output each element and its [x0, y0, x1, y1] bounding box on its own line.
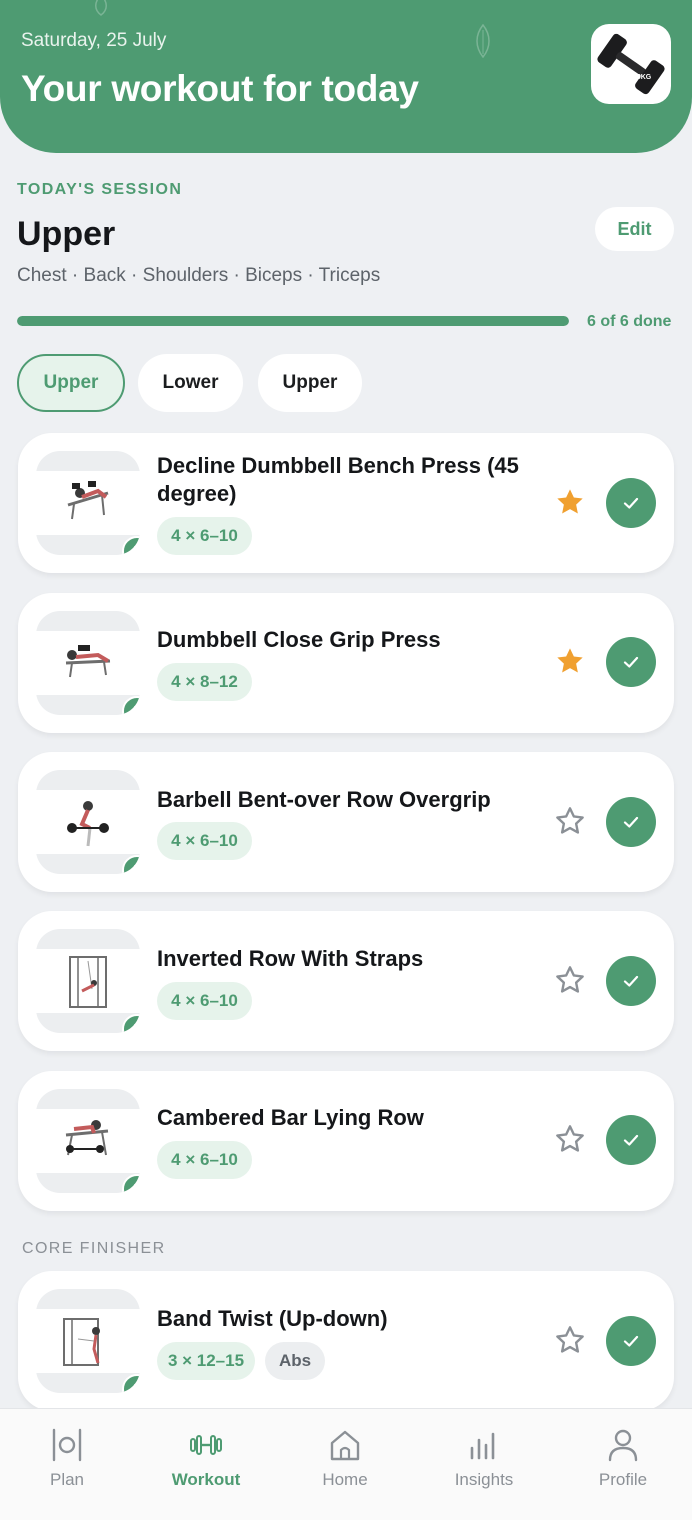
checkmark-icon [623, 1134, 639, 1146]
nav-label-insights: Insights [454, 1470, 514, 1489]
exercise-thumbnail[interactable] [36, 770, 140, 874]
current-date: Saturday, 25 July [21, 30, 167, 51]
sets-reps-tag: 3 × 12–15 [157, 1342, 255, 1380]
chip-lower[interactable]: Lower [138, 354, 243, 412]
exercise-thumbnail[interactable] [36, 929, 140, 1033]
play-icon [134, 1384, 140, 1393]
play-icon [134, 1184, 140, 1193]
person-icon [608, 1429, 638, 1462]
complete-button[interactable] [606, 637, 656, 687]
edit-session-button[interactable]: Edit [595, 207, 674, 251]
exercise-thumbnail[interactable] [36, 451, 140, 555]
nav-item-plan[interactable]: Plan [7, 1409, 127, 1520]
leaf-decoration-icon [476, 24, 490, 58]
exercise-illustration-icon [69, 956, 107, 1008]
complete-button[interactable] [606, 478, 656, 528]
sets-reps-tag: 4 × 8–12 [157, 663, 252, 701]
star-filled-icon[interactable] [554, 645, 586, 677]
nav-item-insights[interactable]: Insights [424, 1409, 544, 1520]
checkmark-icon [623, 1335, 639, 1347]
bottom-navigation: Plan Workout Home Insights Profile [0, 1408, 692, 1520]
nav-label-workout: Workout [171, 1470, 241, 1489]
nav-label-plan: Plan [49, 1470, 85, 1489]
session-title: Upper [17, 215, 116, 253]
fork-plate-icon [52, 1428, 82, 1462]
exercise-name: Band Twist (Up-down) [157, 1306, 388, 1331]
nav-item-profile[interactable]: Profile [563, 1409, 683, 1520]
weight-label: 5KG [637, 74, 652, 81]
bar-chart-icon [470, 1432, 495, 1460]
exercise-card[interactable]: Cambered Bar Lying Row 4 × 6–10 [18, 1071, 674, 1211]
complete-button[interactable] [606, 1316, 656, 1366]
home-icon [330, 1430, 360, 1461]
exercise-card[interactable]: Inverted Row With Straps 4 × 6–10 [18, 911, 674, 1051]
session-muscle-groups: Chest · Back · Shoulders · Biceps · Tric… [17, 265, 381, 286]
exercise-illustration-icon [67, 481, 109, 520]
complete-button[interactable] [606, 1115, 656, 1165]
star-outline-icon[interactable] [554, 964, 586, 996]
nav-item-workout[interactable]: Workout [146, 1409, 266, 1520]
exercise-thumbnail[interactable] [36, 1089, 140, 1193]
exercise-illustration-icon [63, 1318, 100, 1366]
muscle-tag: Abs [265, 1342, 325, 1380]
checkmark-icon [623, 656, 639, 668]
exercise-name: Barbell Bent-over Row Overgrip [157, 787, 491, 812]
session-progress-bar [17, 316, 569, 326]
exercise-card[interactable]: Dumbbell Close Grip Press 4 × 8–12 [18, 593, 674, 733]
checkmark-icon [623, 497, 639, 509]
nav-label-home: Home [322, 1470, 368, 1489]
chip-upper[interactable]: Upper [17, 354, 125, 412]
play-icon [134, 546, 140, 555]
sets-reps-tag: 4 × 6–10 [157, 1141, 252, 1179]
exercise-name: Inverted Row With Straps [157, 946, 424, 971]
exercise-name: Decline Dumbbell Bench Press (45 degree) [157, 453, 519, 506]
checkmark-icon [623, 975, 639, 987]
section-label-core-finisher: CORE FINISHER [22, 1240, 166, 1257]
header-banner: Saturday, 25 July Your workout for today… [0, 0, 692, 153]
leaf-decoration-icon [95, 0, 107, 16]
complete-button[interactable] [606, 956, 656, 1006]
star-outline-icon[interactable] [554, 805, 586, 837]
sets-reps-tag: 4 × 6–10 [157, 517, 252, 555]
chip-upper-2[interactable]: Upper [258, 354, 362, 412]
checkmark-icon [623, 816, 639, 828]
star-filled-icon[interactable] [554, 486, 586, 518]
nav-label-profile: Profile [598, 1470, 648, 1489]
dumbbell-icon: 5KG [597, 33, 665, 95]
exercise-illustration-icon [65, 1120, 109, 1156]
sets-reps-tag: 4 × 6–10 [157, 822, 252, 860]
dumbbell-icon [190, 1435, 222, 1455]
star-outline-icon[interactable] [554, 1123, 586, 1155]
page-title: Your workout for today [21, 68, 419, 109]
sets-reps-tag: 4 × 6–10 [157, 982, 252, 1020]
play-icon [134, 865, 140, 874]
exercise-card[interactable]: Barbell Bent-over Row Overgrip 4 × 6–10 [18, 752, 674, 892]
exercise-thumbnail[interactable] [36, 611, 140, 715]
workout-badge[interactable]: 5KG [591, 24, 671, 104]
session-label: TODAY'S SESSION [17, 181, 183, 198]
play-icon [134, 706, 140, 715]
nav-item-home[interactable]: Home [285, 1409, 405, 1520]
play-icon [134, 1024, 140, 1033]
star-outline-icon[interactable] [554, 1324, 586, 1356]
exercise-illustration-icon [67, 801, 109, 847]
exercise-card[interactable]: Decline Dumbbell Bench Press (45 degree)… [18, 433, 674, 573]
exercise-illustration-icon [65, 645, 111, 678]
complete-button[interactable] [606, 797, 656, 847]
exercise-card[interactable]: Band Twist (Up-down) 3 × 12–15 Abs [18, 1271, 674, 1411]
session-progress-fill [17, 316, 569, 326]
exercise-name: Dumbbell Close Grip Press [157, 627, 441, 652]
session-progress-text: 6 of 6 done [587, 313, 672, 330]
exercise-thumbnail[interactable] [36, 1289, 140, 1393]
exercise-name: Cambered Bar Lying Row [157, 1105, 424, 1130]
